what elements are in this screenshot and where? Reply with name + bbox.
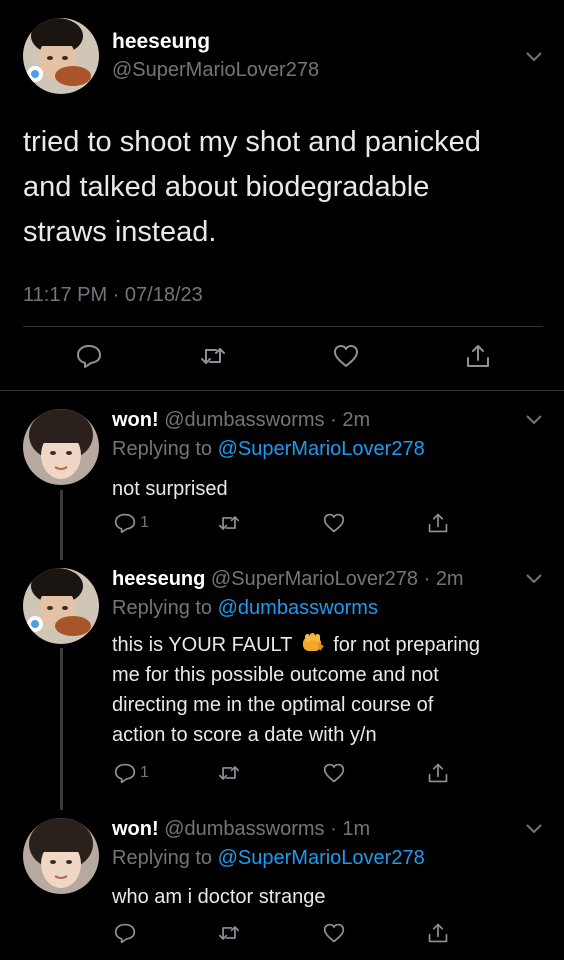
mention-link[interactable]: @dumbassworms xyxy=(218,597,378,619)
mention-link[interactable]: @SuperMarioLover278 xyxy=(218,847,425,869)
divider xyxy=(0,390,564,391)
like-button[interactable] xyxy=(323,762,345,784)
share-button[interactable] xyxy=(427,512,449,534)
replying-label: Replying to xyxy=(112,847,213,869)
like-button[interactable] xyxy=(323,512,345,534)
more-options-button[interactable] xyxy=(524,821,544,835)
chevron-down-icon xyxy=(526,824,542,834)
time[interactable]: 2m xyxy=(436,568,464,590)
replying-to: Replying to @SuperMarioLover278 xyxy=(112,438,425,461)
avatar-heeseung[interactable] xyxy=(23,18,99,94)
reply-text-line: not surprised xyxy=(112,478,228,500)
divider xyxy=(23,326,543,327)
share-icon xyxy=(428,763,448,783)
reply-text: not surprised xyxy=(112,474,228,504)
share-icon xyxy=(467,345,489,367)
handle[interactable]: @dumbassworms xyxy=(164,409,324,431)
retweet-icon xyxy=(218,766,240,780)
retweet-button[interactable] xyxy=(200,343,226,369)
avatar-heeseung[interactable] xyxy=(23,568,99,644)
avatar-won[interactable] xyxy=(23,818,99,894)
share-button[interactable] xyxy=(427,762,449,784)
reply-header: heeseung @SuperMarioLover278 · 2m xyxy=(112,568,464,591)
display-name[interactable]: heeseung xyxy=(112,568,205,590)
chevron-down-icon xyxy=(526,415,542,425)
share-icon xyxy=(428,513,448,533)
retweet-button[interactable] xyxy=(218,922,240,944)
tweet-text: tried to shoot my shot and panicked and … xyxy=(23,120,481,255)
reply-icon xyxy=(114,923,136,944)
reply-text-line: who am i doctor strange xyxy=(112,886,326,908)
reply-icon xyxy=(114,763,136,784)
handle[interactable]: @SuperMarioLover278 xyxy=(112,59,319,82)
more-options-button[interactable] xyxy=(524,49,544,63)
handle[interactable]: @dumbassworms xyxy=(164,818,324,840)
reply-count: 1 xyxy=(140,764,149,781)
share-icon xyxy=(428,923,448,943)
reply-button[interactable]: 1 xyxy=(114,762,149,784)
time[interactable]: 2m xyxy=(342,409,370,431)
separator: · xyxy=(330,409,337,431)
separator: · xyxy=(330,818,337,840)
reply-button[interactable] xyxy=(114,922,136,944)
reply-count: 1 xyxy=(140,514,149,531)
time[interactable]: 1m xyxy=(342,818,370,840)
reply-text: this is YOUR FAULT for not preparing me … xyxy=(112,630,480,750)
share-button[interactable] xyxy=(465,343,491,369)
reply-header: won! @dumbassworms · 2m xyxy=(112,409,370,432)
handle[interactable]: @SuperMarioLover278 xyxy=(211,568,418,590)
like-button[interactable] xyxy=(333,343,359,369)
replying-to: Replying to @SuperMarioLover278 xyxy=(112,847,425,870)
chevron-down-icon xyxy=(526,574,542,584)
like-button[interactable] xyxy=(323,922,345,944)
reply-text-segment: for not preparing xyxy=(333,634,480,656)
like-icon xyxy=(323,923,345,943)
reply-header: won! @dumbassworms · 1m xyxy=(112,818,370,841)
reply-icon xyxy=(114,513,136,534)
reply-text-line: action to score a date with y/n xyxy=(112,724,377,746)
reply-text: who am i doctor strange xyxy=(112,882,325,912)
reply-text-line: directing me in the optimal course of xyxy=(112,694,434,716)
retweet-button[interactable] xyxy=(218,762,240,784)
tweet-text-line: straws instead. xyxy=(23,216,217,248)
retweet-icon xyxy=(218,516,240,530)
separator: · xyxy=(423,568,431,590)
like-icon xyxy=(334,345,358,367)
reply-button[interactable] xyxy=(76,343,102,369)
oncoming-fist-emoji-icon xyxy=(300,631,326,655)
display-name[interactable]: won! xyxy=(112,409,159,431)
thread-line xyxy=(60,490,63,560)
chevron-down-icon xyxy=(526,52,542,62)
tweet-text-line: tried to shoot my shot and panicked xyxy=(23,126,481,158)
reply-text-segment: this is YOUR FAULT xyxy=(112,634,293,656)
replying-to: Replying to @dumbassworms xyxy=(112,597,378,620)
display-name[interactable]: heeseung xyxy=(112,30,210,54)
timestamp[interactable]: 11:17 PM · 07/18/23 xyxy=(23,284,203,307)
share-button[interactable] xyxy=(427,922,449,944)
tweet-text-line: and talked about biodegradable xyxy=(23,171,430,203)
more-options-button[interactable] xyxy=(524,571,544,585)
reply-button[interactable]: 1 xyxy=(114,512,149,534)
reply-icon xyxy=(77,345,101,368)
mention-link[interactable]: @SuperMarioLover278 xyxy=(218,438,425,460)
like-icon xyxy=(323,763,345,783)
retweet-icon xyxy=(218,926,240,940)
display-name[interactable]: won! xyxy=(112,818,159,840)
like-icon xyxy=(323,513,345,533)
reply-text-line: me for this possible outcome and not xyxy=(112,664,439,686)
replying-label: Replying to xyxy=(112,438,213,460)
more-options-button[interactable] xyxy=(524,412,544,426)
retweet-button[interactable] xyxy=(218,512,240,534)
retweet-icon xyxy=(201,348,225,364)
avatar-won[interactable] xyxy=(23,409,99,485)
replying-label: Replying to xyxy=(112,597,213,619)
reply-text-line: this is YOUR FAULT for not preparing xyxy=(112,630,480,660)
thread-line xyxy=(60,648,63,810)
